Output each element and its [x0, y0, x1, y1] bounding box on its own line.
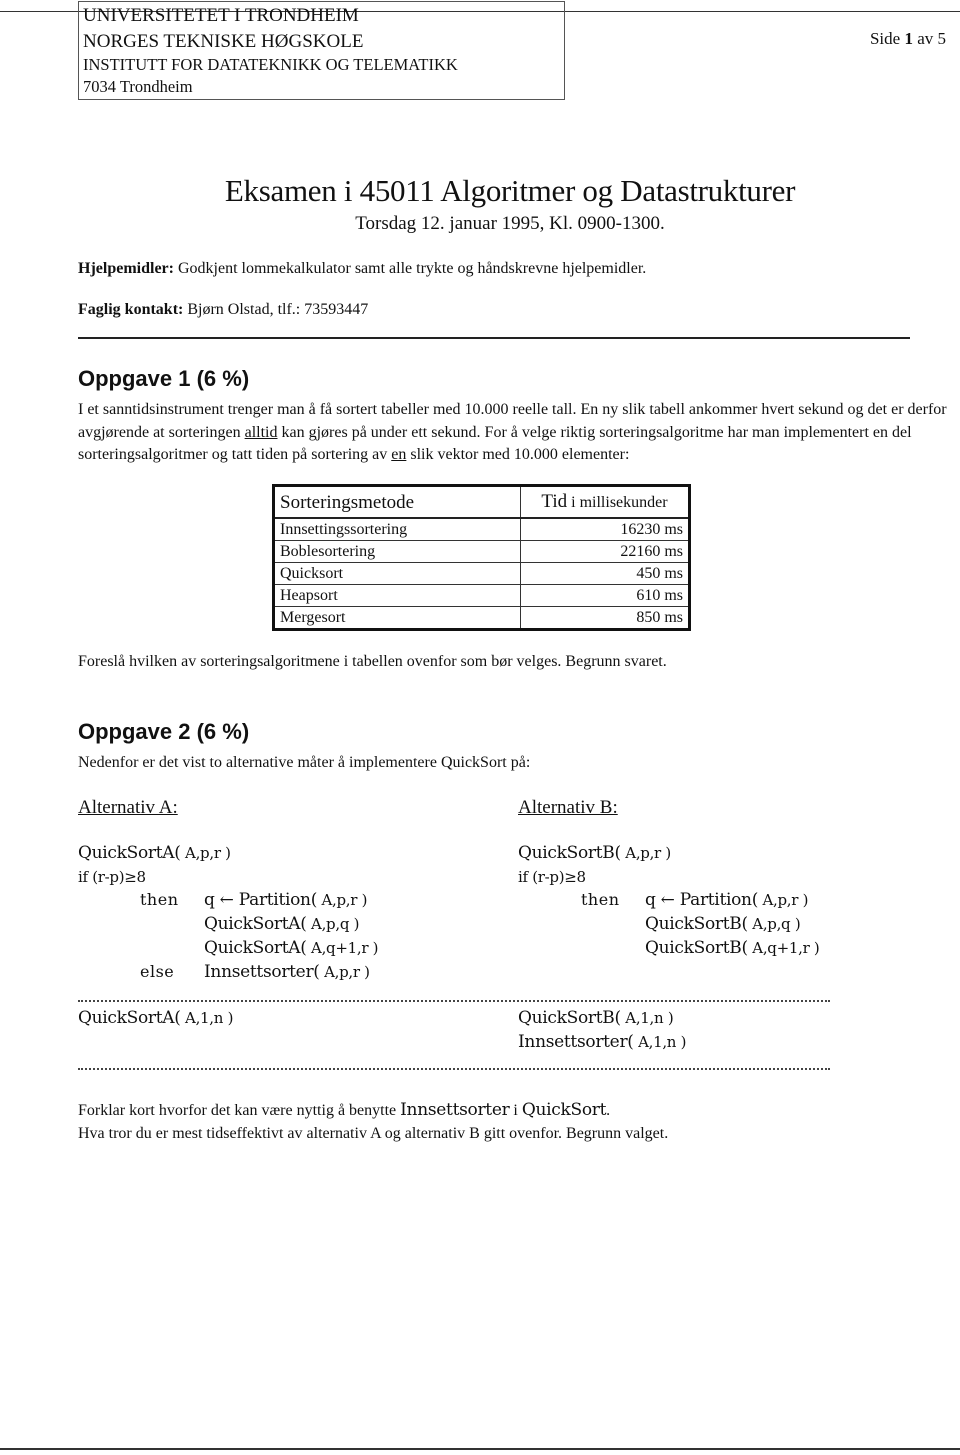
code-args: A,1,n ): [633, 1033, 687, 1051]
contact-text: Bjørn Olstad, tlf.: 73593447: [183, 301, 369, 318]
code-args: A,p,q ): [747, 915, 801, 933]
alt-b-call: QuickSortB( A,1,n ): [518, 1008, 674, 1028]
code-fn: QuickSortA(: [78, 843, 181, 863]
alt-a-label: Alternativ A:: [78, 797, 178, 818]
task2-question-1: Forklar kort hvorfor det kan være nyttig…: [78, 1099, 958, 1123]
code-args: A,p,r ): [180, 844, 231, 862]
alt-a-else-keyword: else: [140, 962, 175, 981]
alt-a-call: QuickSortA( A,1,n ): [78, 1008, 233, 1028]
code-fn: q ← Partition(: [204, 890, 318, 910]
code-args: A,1,n ): [180, 1009, 234, 1027]
task2-intro: Nedenfor er det vist to alternative måte…: [78, 754, 531, 771]
contact-label: Faglig kontakt:: [78, 301, 184, 318]
dotted-separator: [78, 1068, 830, 1070]
aids-text: Godkjent lommekalkulator samt alle trykt…: [173, 260, 647, 277]
code-fn: Innsettsorter(: [204, 962, 320, 982]
alt-b-then-keyword: then: [581, 890, 620, 909]
exam-title: Eksamen i 45011 Algoritmer og Datastrukt…: [224, 173, 796, 208]
q1-code-quicksort: QuickSort: [521, 1100, 607, 1120]
code-args: A,p,q ): [306, 915, 360, 933]
table-header-row: Sorteringsmetode Tid i millisekunder: [273, 485, 690, 519]
alt-b-condition: if (r-p)≥8: [518, 868, 586, 886]
cell-method: Boblesortering: [272, 540, 521, 563]
q1-text: i: [509, 1102, 522, 1119]
exam-subtitle: Torsdag 12. januar 1995, Kl. 0900-1300.: [355, 213, 665, 234]
cell-method: Mergesort: [272, 606, 521, 630]
task1-question: Foreslå hvilken av sorteringsalgoritmene…: [78, 653, 667, 670]
header-time: Tid i millisekunder: [520, 485, 690, 519]
task1-emphasis-alltid: alltid: [244, 423, 278, 441]
institution-line-school: NORGES TEKNISKE HØGSKOLE: [83, 31, 364, 52]
code-args: A,p,r ): [317, 891, 368, 909]
code-args: A,1,n ): [620, 1009, 674, 1027]
alt-b-call: Innsettsorter( A,1,n ): [518, 1032, 686, 1052]
cell-time: 450 ms: [520, 562, 690, 585]
sorting-times-table: Sorteringsmetode Tid i millisekunder Inn…: [272, 484, 691, 631]
header-time-main: Tid: [541, 491, 568, 512]
alt-a-else-line: Innsettsorter( A,p,r ): [204, 962, 370, 982]
institution-line-university: UNIVERSITETET I TRONDHEIM: [83, 5, 359, 26]
alt-a-signature: QuickSortA( A,p,r ): [78, 843, 231, 863]
alt-b-then-line: QuickSortB( A,q+1,r ): [645, 938, 820, 958]
alt-b-label: Alternativ B:: [518, 797, 618, 818]
page-prefix: Side: [869, 29, 901, 48]
alt-b-then-line: q ← Partition( A,p,r ): [645, 890, 808, 910]
header-time-unit: i millisekunder: [567, 494, 668, 511]
q1-code-innsettsorter: Innsettsorter: [400, 1100, 510, 1120]
code-fn: QuickSortA(: [78, 1008, 181, 1028]
cell-method: Quicksort: [272, 562, 521, 585]
task2-question-2: Hva tror du er mest tidseffektivt av alt…: [78, 1125, 669, 1142]
task1-text-part3: slik vektor med 10.000 elementer:: [406, 446, 630, 463]
alt-b-signature: QuickSortB( A,p,r ): [518, 843, 671, 863]
code-fn: Innsettsorter(: [518, 1032, 634, 1052]
cell-time: 16230 ms: [520, 517, 690, 541]
institution-line-department: INSTITUTT FOR DATATEKNIKK OG TELEMATIKK: [83, 55, 458, 74]
alt-a-then-keyword: then: [140, 890, 179, 909]
exam-aids: Hjelpemidler: Godkjent lommekalkulator s…: [78, 260, 646, 278]
cell-time: 610 ms: [520, 584, 690, 607]
alt-a-condition: if (r-p)≥8: [78, 868, 146, 886]
table-row: Heapsort 610 ms: [272, 584, 690, 607]
table-row: Quicksort 450 ms: [272, 562, 690, 585]
page-number: Side 1 av 5: [870, 29, 946, 49]
task1-emphasis-en: en: [391, 446, 407, 463]
alt-a-then-line: q ← Partition( A,p,r ): [204, 890, 367, 910]
cell-time: 22160 ms: [520, 540, 690, 563]
q1-text: .: [606, 1102, 611, 1119]
page-total: av 5: [917, 29, 946, 48]
code-args: A,p,r ): [620, 844, 671, 862]
alt-a-then-line: QuickSortA( A,q+1,r ): [204, 938, 379, 958]
page-current: 1: [904, 29, 913, 48]
code-args: A,p,r ): [758, 891, 809, 909]
table-row: Boblesortering 22160 ms: [272, 540, 690, 563]
cell-time: 850 ms: [520, 606, 690, 630]
table-row: Mergesort 850 ms: [272, 606, 690, 630]
section-divider: [78, 337, 910, 339]
cell-method: Innsettingssortering: [272, 517, 521, 541]
alt-a-then-line: QuickSortA( A,p,q ): [204, 914, 359, 934]
code-fn: QuickSortA(: [204, 938, 307, 958]
code-fn: QuickSortA(: [204, 914, 307, 934]
code-args: A,p,r ): [319, 963, 370, 981]
task1-paragraph: I et sanntidsinstrument trenger man å få…: [78, 399, 958, 467]
task1-heading: Oppgave 1 (6 %): [78, 366, 250, 391]
code-args: A,q+1,r ): [747, 939, 820, 957]
code-fn: q ← Partition(: [645, 890, 759, 910]
exam-contact: Faglig kontakt: Bjørn Olstad, tlf.: 7359…: [78, 301, 368, 319]
aids-label: Hjelpemidler:: [78, 260, 174, 277]
code-fn: QuickSortB(: [518, 843, 621, 863]
institution-line-address: 7034 Trondheim: [83, 77, 193, 96]
dotted-separator: [78, 1000, 830, 1002]
table-row: Innsettingssortering 16230 ms: [272, 517, 690, 541]
q1-text: Forklar kort hvorfor det kan være nyttig…: [78, 1102, 401, 1119]
code-fn: QuickSortB(: [645, 914, 748, 934]
footer-rule: [0, 1448, 960, 1450]
header-sorting-method: Sorteringsmetode: [273, 485, 521, 519]
code-fn: QuickSortB(: [518, 1008, 621, 1028]
task2-heading: Oppgave 2 (6 %): [78, 719, 250, 744]
alt-b-then-line: QuickSortB( A,p,q ): [645, 914, 801, 934]
code-args: A,q+1,r ): [306, 939, 379, 957]
code-fn: QuickSortB(: [645, 938, 748, 958]
cell-method: Heapsort: [272, 584, 521, 607]
